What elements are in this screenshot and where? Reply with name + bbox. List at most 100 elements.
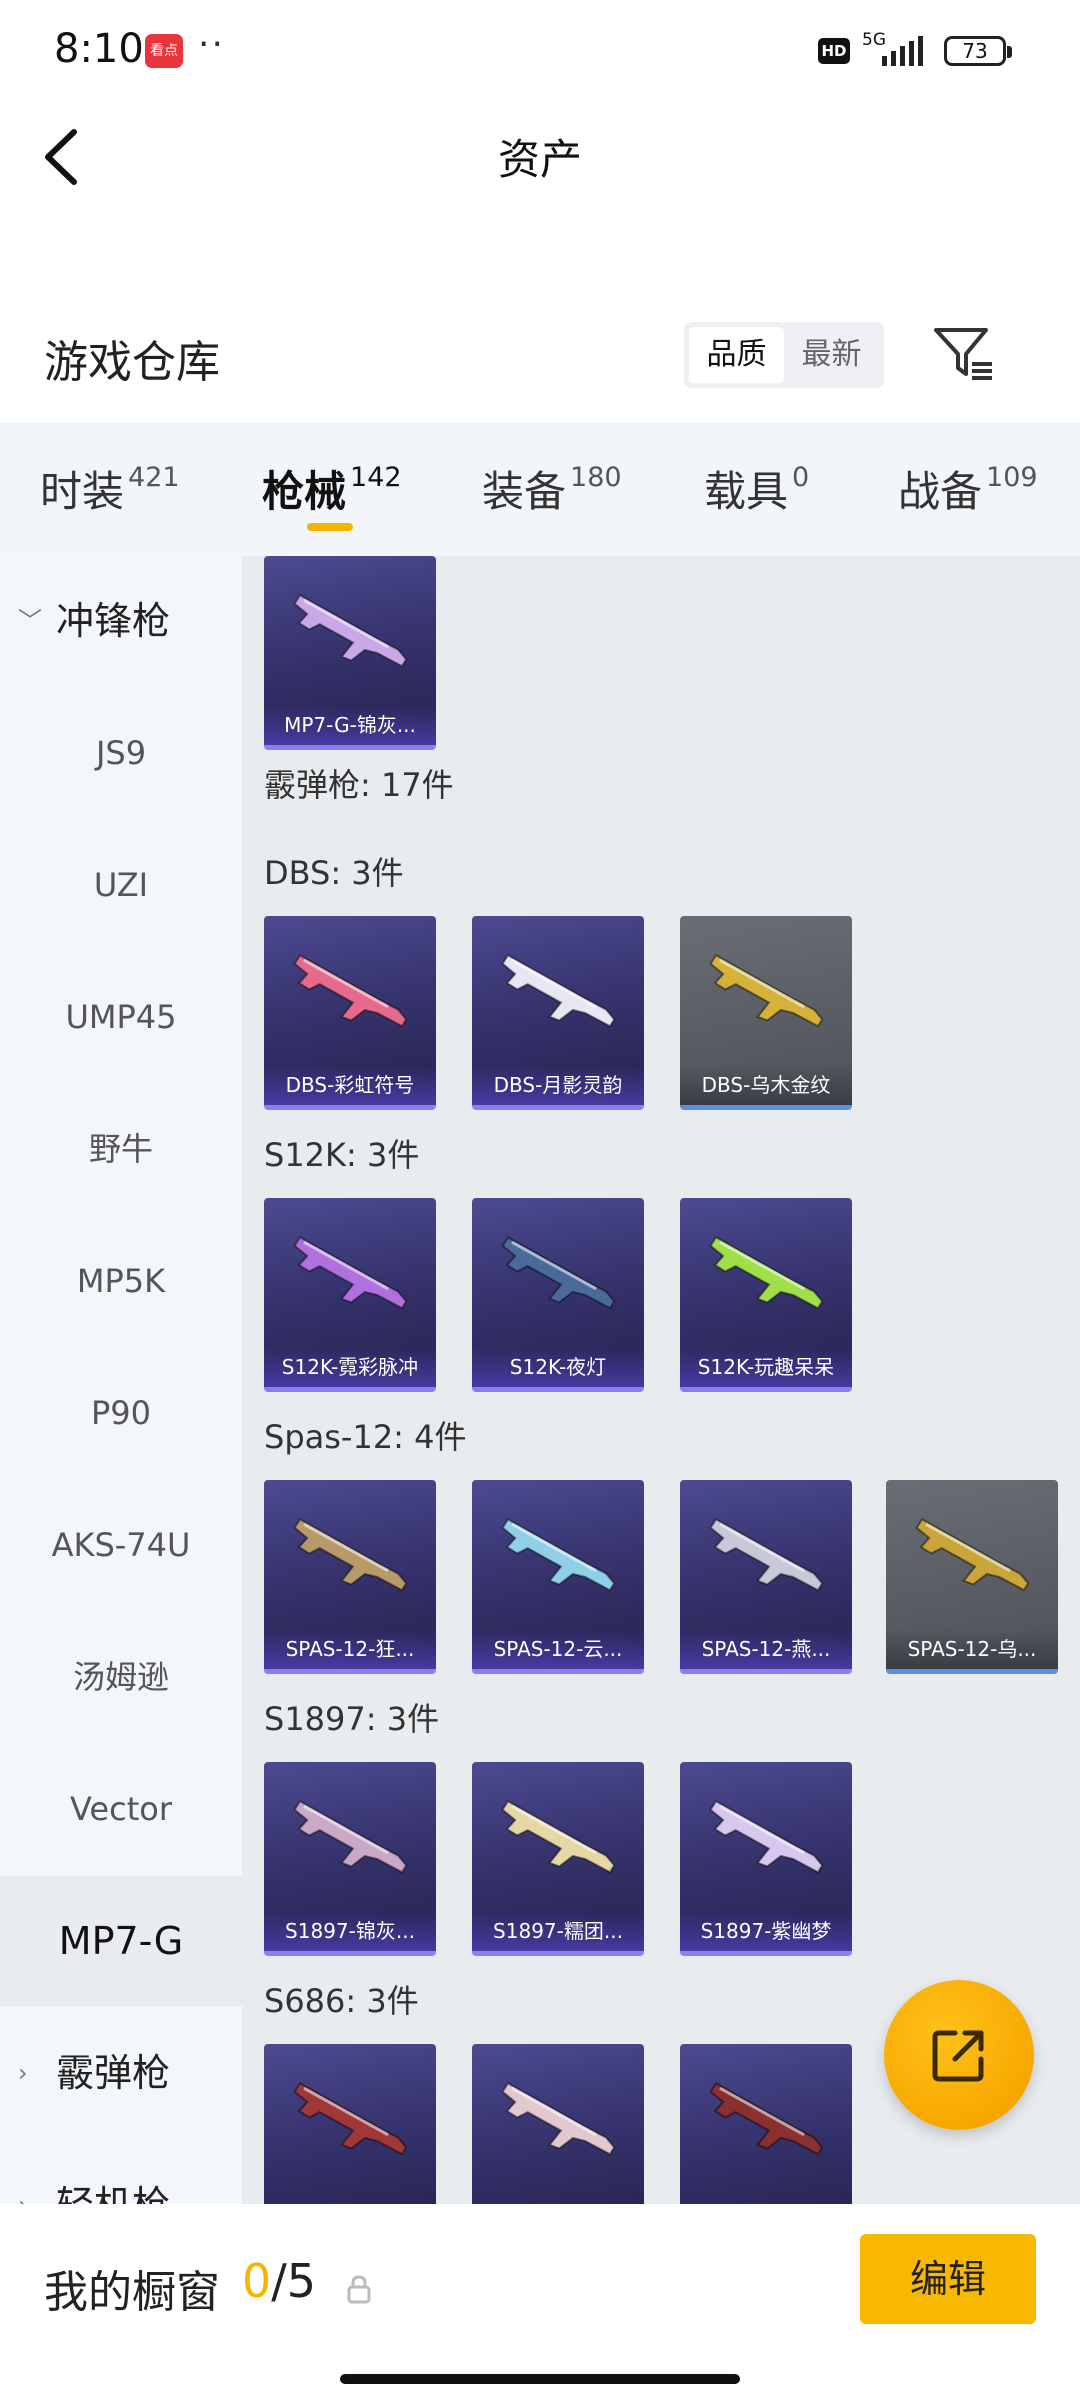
weapon-skin-image <box>293 953 408 1028</box>
sidebar-item-thompson[interactable]: 汤姆逊 <box>0 1612 242 1742</box>
weapon-skin-image <box>709 1517 824 1592</box>
tab-outfits[interactable]: 时装 421 <box>40 458 180 518</box>
weapon-card-name: S12K-玩趣呆呆 <box>680 1347 852 1387</box>
more-notifications-icon: ·· <box>198 24 225 65</box>
weapon-card-name: S1897-紫幽梦 <box>680 1911 852 1951</box>
weapon-group-label: S686: 3件 <box>264 1982 419 2020</box>
weapon-card-name: DBS-月影灵韵 <box>472 1065 644 1105</box>
weapon-grid: MP7-G-锦灰... 霰弹枪: 17件 DBS: 3件 DBS-彩虹符号 DB… <box>242 556 1080 2204</box>
weapon-group-label: Spas-12: 4件 <box>264 1418 467 1456</box>
weapon-card[interactable]: DBS-乌木金纹 <box>680 916 852 1110</box>
sidebar-item-js9[interactable]: JS9 <box>0 688 242 818</box>
weapon-card[interactable]: SPAS-12-云... <box>472 1480 644 1674</box>
battery-icon: 73 <box>944 36 1012 66</box>
weapon-card-name: SPAS-12-乌... <box>886 1629 1058 1669</box>
weapon-card-name: S1897-糯团... <box>472 1911 644 1951</box>
share-icon <box>932 2030 984 2082</box>
tab-vehicles[interactable]: 载具 0 <box>704 458 809 518</box>
tab-equipment[interactable]: 装备 180 <box>482 458 622 518</box>
weapon-card[interactable]: DBS-月影灵韵 <box>472 916 644 1110</box>
page-title: 资产 <box>497 135 582 184</box>
sidebar-item-ump45[interactable]: UMP45 <box>0 952 242 1082</box>
weapon-card[interactable]: S1897-糯团... <box>472 1762 644 1956</box>
tab-weapons[interactable]: 枪械 142 <box>262 458 402 518</box>
weapon-card[interactable]: SPAS-12-狂... <box>264 1480 436 1674</box>
showcase-label: 我的橱窗 <box>44 2267 220 2318</box>
weapon-card[interactable]: S12K-玩趣呆呆 <box>680 1198 852 1392</box>
weapon-card[interactable] <box>264 2044 436 2204</box>
weapon-skin-image <box>709 953 824 1028</box>
sort-option-newest[interactable]: 最新 <box>784 327 879 383</box>
weapon-card[interactable] <box>680 2044 852 2204</box>
weapon-skin-image <box>709 1799 824 1874</box>
home-indicator[interactable] <box>340 2374 740 2384</box>
weapon-group-label: DBS: 3件 <box>264 854 404 892</box>
sidebar-group-lmg[interactable]: › 轻机枪 <box>0 2140 242 2204</box>
sidebar-item-bizon[interactable]: 野牛 <box>0 1084 242 1214</box>
weapon-card[interactable]: MP7-G-锦灰... <box>264 556 436 750</box>
weapon-card-name: SPAS-12-燕... <box>680 1629 852 1669</box>
weapon-skin-image <box>915 1517 1030 1592</box>
chevron-down-icon: ﹀ <box>18 607 42 635</box>
weapon-group-label: S1897: 3件 <box>264 1700 440 1738</box>
category-tabs: 时装 421 枪械 142 装备 180 载具 0 战备 109 <box>0 422 1080 556</box>
weapon-card-name: DBS-乌木金纹 <box>680 1065 852 1105</box>
weapon-skin-image <box>501 1235 616 1310</box>
weapon-skin-image <box>293 1799 408 1874</box>
sidebar-item-mp7g[interactable]: MP7-G <box>0 1876 242 2006</box>
app-notification-icon: 看点 <box>145 34 183 68</box>
weapon-card[interactable]: SPAS-12-燕... <box>680 1480 852 1674</box>
edit-button[interactable]: 编辑 <box>860 2234 1036 2324</box>
sort-option-quality[interactable]: 品质 <box>689 327 784 383</box>
sidebar-item-vector[interactable]: Vector <box>0 1744 242 1874</box>
category-summary: 霰弹枪: 17件 <box>264 766 454 804</box>
weapon-skin-image <box>293 1517 408 1592</box>
active-tab-indicator <box>307 523 353 531</box>
status-bar: 8:10 看点 ·· HD 5G 73 <box>0 0 1080 100</box>
weapon-skin-image <box>709 2081 824 2156</box>
sidebar-item-uzi[interactable]: UZI <box>0 820 242 950</box>
weapon-card[interactable] <box>472 2044 644 2204</box>
weapon-type-sidebar: ﹀ 冲锋枪 JS9 UZI UMP45 野牛 MP5K P90 AKS-74U … <box>0 556 242 2204</box>
weapon-skin-image <box>293 593 408 668</box>
weapon-group-label: S12K: 3件 <box>264 1136 420 1174</box>
tab-supplies[interactable]: 战备 109 <box>898 458 1038 518</box>
weapon-card[interactable]: S1897-紫幽梦 <box>680 1762 852 1956</box>
hd-icon: HD <box>818 38 850 64</box>
showcase-count: 0/5 <box>242 2254 317 2308</box>
weapon-card[interactable]: S12K-霓彩脉冲 <box>264 1198 436 1392</box>
share-button[interactable] <box>884 1980 1034 2130</box>
weapon-card-name: S12K-夜灯 <box>472 1347 644 1387</box>
status-time: 8:10 <box>54 26 144 72</box>
weapon-card[interactable]: S1897-锦灰... <box>264 1762 436 1956</box>
weapon-skin-image <box>501 1799 616 1874</box>
sidebar-item-p90[interactable]: P90 <box>0 1348 242 1478</box>
sort-toggle: 品质 最新 <box>684 322 884 388</box>
showcase-bar: 我的橱窗 0/5 编辑 <box>0 2204 1080 2400</box>
weapon-card[interactable]: SPAS-12-乌... <box>886 1480 1058 1674</box>
filter-icon[interactable] <box>930 320 996 386</box>
weapon-skin-image <box>709 1235 824 1310</box>
chevron-right-icon: › <box>18 2059 28 2087</box>
weapon-card[interactable]: S12K-夜灯 <box>472 1198 644 1392</box>
weapon-card-name: SPAS-12-狂... <box>264 1629 436 1669</box>
signal-icon <box>882 36 923 66</box>
weapon-card-name: MP7-G-锦灰... <box>264 705 436 745</box>
weapon-skin-image <box>293 2081 408 2156</box>
section-title: 游戏仓库 <box>44 337 220 388</box>
weapon-skin-image <box>293 1235 408 1310</box>
sidebar-group-smg[interactable]: ﹀ 冲锋枪 <box>0 556 242 686</box>
weapon-card-name: DBS-彩虹符号 <box>264 1065 436 1105</box>
sidebar-item-aks74u[interactable]: AKS-74U <box>0 1480 242 1610</box>
weapon-card-name: S1897-锦灰... <box>264 1911 436 1951</box>
lock-icon <box>347 2275 371 2304</box>
weapon-card-name: SPAS-12-云... <box>472 1629 644 1669</box>
weapon-card-name: S12K-霓彩脉冲 <box>264 1347 436 1387</box>
sidebar-group-shotgun[interactable]: › 霰弹枪 <box>0 2008 242 2138</box>
chevron-right-icon: › <box>18 2140 28 2204</box>
weapon-skin-image <box>501 953 616 1028</box>
sidebar-item-mp5k[interactable]: MP5K <box>0 1216 242 1346</box>
weapon-card[interactable]: DBS-彩虹符号 <box>264 916 436 1110</box>
weapon-skin-image <box>501 2081 616 2156</box>
weapon-skin-image <box>501 1517 616 1592</box>
